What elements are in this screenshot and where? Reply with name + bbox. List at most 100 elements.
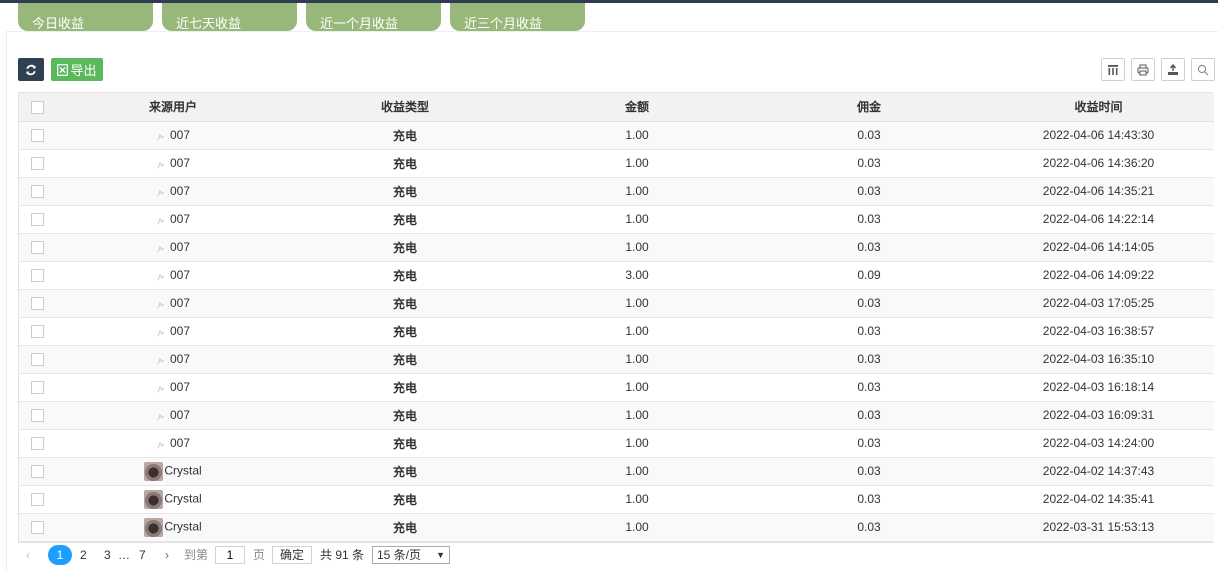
row-select-cell: [19, 317, 55, 345]
export-data-button[interactable]: [1161, 58, 1185, 81]
row-checkbox[interactable]: [30, 353, 44, 367]
row-select-cell: [19, 149, 55, 177]
row-checkbox[interactable]: [30, 521, 44, 535]
row-checkbox[interactable]: [30, 213, 44, 227]
tab-today[interactable]: 今日收益: [18, 3, 153, 31]
earning-type-cell: 充电: [392, 212, 417, 227]
row-select-cell: [19, 233, 55, 261]
amount-cell: 1.00: [625, 352, 649, 366]
pager-next-button[interactable]: ›: [165, 545, 169, 565]
tab-last-7-days[interactable]: 近七天收益: [162, 3, 297, 31]
table-row: 007 充电 1.00 0.03 2022-04-03 17:05:25: [19, 289, 1214, 317]
pager-page-2[interactable]: 2: [80, 545, 87, 565]
refresh-icon: [26, 64, 36, 75]
page-size-value: 15 条/页: [377, 548, 422, 562]
table-row: 007 充电 1.00 0.03 2022-04-03 16:18:14: [19, 373, 1214, 401]
earning-type-cell: 充电: [392, 184, 417, 199]
tab-last-month[interactable]: 近一个月收益: [306, 3, 441, 31]
source-user-name: 007: [169, 184, 191, 198]
pager-page-last[interactable]: 7: [139, 545, 146, 565]
amount-cell: 1.00: [625, 240, 649, 254]
amount-cell: 1.00: [625, 184, 649, 198]
source-user-cell: 007: [55, 289, 291, 317]
commission-cell: 0.03: [857, 352, 881, 366]
source-user-cell: 007: [55, 429, 291, 457]
export-button-label: 导出: [70, 63, 97, 78]
amount-cell: 1.00: [625, 408, 649, 422]
row-select-cell: [19, 289, 55, 317]
row-checkbox[interactable]: [30, 409, 44, 423]
pager-confirm-button[interactable]: 确定: [272, 546, 312, 564]
refresh-button[interactable]: [18, 58, 44, 81]
source-user-name: 007: [169, 156, 191, 170]
amount-cell: 1.00: [625, 380, 649, 394]
columns-toggle-button[interactable]: [1101, 58, 1125, 81]
row-select-cell: [19, 373, 55, 401]
print-button[interactable]: [1131, 58, 1155, 81]
row-checkbox[interactable]: [30, 241, 44, 255]
user-avatar: [144, 489, 164, 509]
row-checkbox[interactable]: [30, 465, 44, 479]
broken-image-icon: [156, 187, 166, 197]
pager-prev-button[interactable]: ‹: [26, 545, 30, 565]
earnings-period-tabs: 今日收益 近七天收益 近一个月收益 近三个月收益: [0, 3, 1218, 31]
table-header-row: 来源用户 收益类型 金额 佣金 收益时间: [19, 93, 1214, 122]
pager-page-unit: 页: [253, 548, 266, 562]
commission-cell: 0.03: [857, 324, 881, 338]
dropdown-caret-icon: ▼: [436, 550, 445, 560]
source-user-cell: 007: [55, 205, 291, 233]
search-button[interactable]: [1191, 58, 1215, 81]
table-row: 007 充电 3.00 0.09 2022-04-06 14:09:22: [19, 261, 1214, 289]
select-all-cell: [19, 93, 55, 122]
commission-cell: 0.03: [857, 464, 881, 478]
source-user-name: 007: [169, 212, 191, 226]
source-user-cell: 007: [55, 345, 291, 373]
broken-image-icon: [156, 243, 166, 253]
row-checkbox[interactable]: [30, 493, 44, 507]
earning-time-cell: 2022-04-02 14:37:43: [1042, 464, 1155, 478]
pager-goto-input[interactable]: [215, 546, 245, 564]
broken-image-icon: [156, 327, 166, 337]
page-size-select[interactable]: 15 条/页 ▼: [372, 546, 450, 564]
row-select-cell: [19, 177, 55, 205]
header-amount[interactable]: 金额: [519, 93, 755, 122]
source-user-name: 007: [169, 380, 191, 394]
row-select-cell: [19, 345, 55, 373]
pager-goto-label: 到第: [184, 548, 209, 562]
header-source-user[interactable]: 来源用户: [55, 93, 291, 122]
row-checkbox[interactable]: [30, 185, 44, 199]
header-earning-type[interactable]: 收益类型: [291, 93, 519, 122]
source-user-cell: 007: [55, 121, 291, 149]
pager-page-3[interactable]: 3: [104, 545, 111, 565]
export-button[interactable]: 导出: [51, 58, 103, 81]
row-checkbox[interactable]: [30, 381, 44, 395]
commission-cell: 0.03: [857, 212, 881, 226]
row-select-cell: [19, 121, 55, 149]
row-checkbox[interactable]: [30, 437, 44, 451]
table-row: Crystal 充电 1.00 0.03 2022-04-02 14:37:43: [19, 457, 1214, 485]
row-checkbox[interactable]: [30, 157, 44, 171]
earning-type-cell: 充电: [392, 324, 417, 339]
earning-type-cell: 充电: [392, 352, 417, 367]
select-all-checkbox[interactable]: [30, 100, 44, 114]
row-checkbox[interactable]: [30, 297, 44, 311]
broken-image-icon: [156, 271, 166, 281]
row-checkbox[interactable]: [30, 269, 44, 283]
header-earning-time[interactable]: 收益时间: [983, 93, 1214, 122]
commission-cell: 0.03: [857, 520, 881, 534]
columns-icon: [1108, 64, 1118, 75]
source-user-cell: Crystal: [55, 485, 291, 513]
row-checkbox[interactable]: [30, 129, 44, 143]
commission-cell: 0.03: [857, 296, 881, 310]
commission-cell: 0.03: [857, 184, 881, 198]
row-checkbox[interactable]: [30, 325, 44, 339]
broken-image-icon: [156, 355, 166, 365]
header-commission[interactable]: 佣金: [755, 93, 983, 122]
tab-last-3-months[interactable]: 近三个月收益: [450, 3, 585, 31]
commission-cell: 0.03: [857, 128, 881, 142]
amount-cell: 1.00: [625, 324, 649, 338]
earning-time-cell: 2022-04-03 16:35:10: [1042, 352, 1155, 366]
commission-cell: 0.03: [857, 492, 881, 506]
earning-type-cell: 充电: [392, 408, 417, 423]
pager-page-current[interactable]: 1: [48, 545, 72, 565]
